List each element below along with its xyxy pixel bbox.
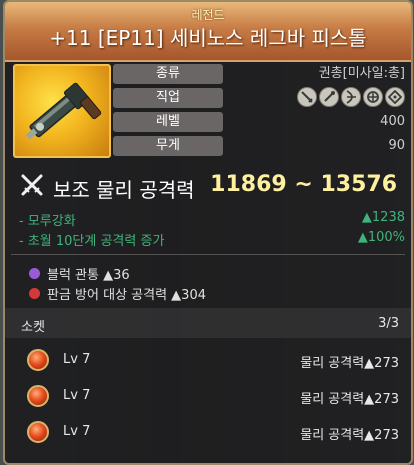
option-text: 판금 방어 대상 공격력 ▲304	[47, 288, 206, 303]
attribute-label: 무게	[113, 136, 223, 156]
purple-dot-icon	[29, 268, 40, 279]
attribute-value: 400	[380, 114, 405, 129]
socket-title: 소켓	[21, 320, 45, 335]
socket-header: 소켓 3/3	[5, 308, 411, 338]
item-tooltip: 레전드 +11 [EP11] 세비노스 레그바 피스톨 종류 권총[미사일:총]…	[3, 0, 413, 465]
attribute-label: 종류	[113, 64, 223, 84]
gem-level: Lv 7	[63, 352, 91, 367]
socket-count: 3/3	[378, 316, 399, 331]
attribute-value: 90	[388, 138, 405, 153]
red-gem-icon	[27, 349, 49, 371]
option-text: 블럭 관통 ▲36	[47, 268, 130, 283]
attribute-label: 레벨	[113, 112, 223, 132]
item-name: +11 [EP11] 세비노스 레그바 피스톨	[49, 26, 367, 50]
gem-level: Lv 7	[63, 424, 91, 439]
swordsman-class-icon	[297, 87, 317, 107]
archer-class-icon	[341, 87, 361, 107]
pistol-icon	[13, 64, 111, 158]
bonus-anvil: - 모루강화 ▲1238	[19, 210, 409, 230]
attribute-row-weight: 무게 90	[113, 136, 409, 156]
gem-stat: 물리 공격력▲273	[300, 392, 399, 407]
tooltip-header: 레전드 +11 [EP11] 세비노스 레그바 피스톨	[5, 2, 411, 62]
gem-stat: 물리 공격력▲273	[300, 356, 399, 371]
red-dot-icon	[29, 288, 40, 299]
attribute-row-type: 종류 권총[미사일:총]	[113, 64, 409, 84]
attribute-value: 권총[미사일:총]	[318, 66, 405, 81]
attribute-row-level: 레벨 400	[113, 112, 409, 132]
main-stat-value: 11869 ~ 13576	[210, 172, 397, 197]
cleric-class-icon	[363, 87, 383, 107]
scout-class-icon	[385, 87, 405, 107]
wizard-class-icon	[319, 87, 339, 107]
red-gem-icon	[27, 385, 49, 407]
socket-gem-row: Lv 7 물리 공격력▲273	[5, 384, 411, 410]
bonus-value: ▲100%	[357, 230, 405, 245]
main-stat: 보조 물리 공격력 11869 ~ 13576	[5, 168, 411, 204]
red-gem-icon	[27, 421, 49, 443]
attribute-label: 직업	[113, 88, 223, 108]
gem-level: Lv 7	[63, 388, 91, 403]
socket-gem-row: Lv 7 물리 공격력▲273	[5, 420, 411, 446]
item-grade: 레전드	[191, 8, 225, 22]
bonus-label: - 모루강화	[19, 214, 76, 229]
socket-gem-row: Lv 7 물리 공격력▲273	[5, 348, 411, 374]
bonus-label: - 초월 10단계 공격력 증가	[19, 234, 165, 249]
bonus-transcendence: - 초월 10단계 공격력 증가 ▲100%	[19, 230, 409, 250]
divider	[11, 254, 405, 255]
main-stat-name: 보조 물리 공격력	[53, 178, 195, 202]
crossed-swords-icon	[19, 172, 45, 202]
attribute-row-class: 직업	[113, 87, 409, 108]
class-icons	[297, 87, 405, 107]
bonus-value: ▲1238	[361, 210, 405, 225]
gem-stat: 물리 공격력▲273	[300, 428, 399, 443]
